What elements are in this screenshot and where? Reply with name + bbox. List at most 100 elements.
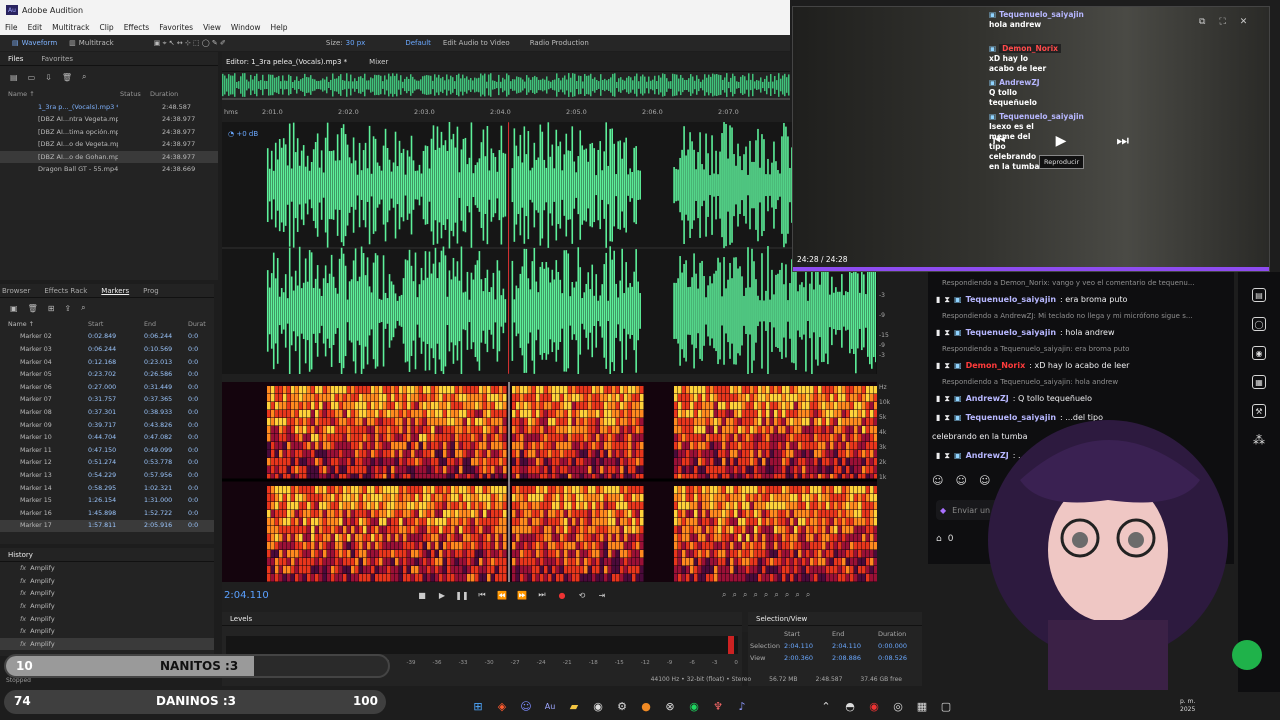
menu-effects[interactable]: Effects bbox=[124, 23, 150, 32]
marker-row[interactable]: Marker 03 0:06.244 0:10.569 0:0 bbox=[0, 343, 214, 356]
history-item[interactable]: fx Amplify bbox=[0, 637, 214, 651]
mic-icon[interactable]: ♪ bbox=[732, 696, 752, 716]
waveform-view-button[interactable]: ▤ Waveform bbox=[12, 39, 57, 47]
marker-row[interactable]: Marker 02 0:02.849 0:06.244 0:0 bbox=[0, 331, 214, 344]
export-icon[interactable]: ⇪ bbox=[64, 304, 71, 313]
col-name[interactable]: Name ↑ bbox=[0, 90, 120, 98]
file-row[interactable]: Dragon Ball GT - 55.mp4 24:38.669 bbox=[0, 163, 218, 176]
gain-hud[interactable]: ◔ +0 dB bbox=[228, 130, 258, 138]
timeout-icon[interactable]: ⧗ bbox=[944, 451, 950, 461]
fast-forward-icon[interactable]: ⏩ bbox=[512, 591, 532, 600]
rewind-icon[interactable]: ⏪ bbox=[492, 591, 512, 600]
mod-icon[interactable]: ▮ bbox=[936, 451, 940, 460]
timeout-icon[interactable]: ⧗ bbox=[944, 328, 950, 338]
history-item[interactable]: fx Amplify bbox=[0, 612, 214, 625]
file-row[interactable]: [DBZ AI...tima opción.mp4 24:38.977 bbox=[0, 126, 218, 139]
selection-end[interactable]: 2:04.110 bbox=[832, 642, 878, 650]
loop-icon[interactable]: ⟲ bbox=[572, 591, 592, 600]
chat-message[interactable]: ▮ ⧗ ▣ AndrewZJ: Q tollo tequeñuelo bbox=[928, 389, 1234, 408]
tab-levels[interactable]: Levels bbox=[230, 615, 252, 623]
xbox-icon[interactable]: ⊗ bbox=[660, 696, 680, 716]
marker-row[interactable]: Marker 16 1:45.898 1:52.722 0:0 bbox=[0, 507, 214, 520]
go-start-icon[interactable]: ⏮ bbox=[472, 590, 492, 600]
nodes-icon[interactable]: ⁂ bbox=[1253, 433, 1265, 447]
mod-icon[interactable]: ▮ bbox=[936, 394, 940, 403]
video-player[interactable]: ▣ Tequenuelo_saiyajin hola andrew ▣ Demon_No… bbox=[792, 6, 1270, 272]
tray-icon[interactable]: ◎ bbox=[888, 696, 908, 716]
col-duration[interactable]: Durat bbox=[188, 321, 206, 328]
menu-window[interactable]: Window bbox=[231, 23, 261, 32]
pause-icon[interactable]: ❚❚ bbox=[452, 591, 472, 600]
file-row[interactable]: [DBZ AI...o de Gohan.mp4 24:38.977 bbox=[0, 150, 218, 163]
tab-files[interactable]: Files bbox=[8, 55, 23, 63]
tab-markers[interactable]: Markers bbox=[101, 287, 129, 295]
stop-icon[interactable]: ■ bbox=[412, 591, 432, 600]
marker-row[interactable]: Marker 10 0:44.704 0:47.082 0:0 bbox=[0, 431, 214, 444]
col-start[interactable]: Start bbox=[88, 321, 144, 328]
col-name[interactable]: Name ↑ bbox=[0, 321, 88, 328]
workspace-default[interactable]: Default bbox=[405, 39, 431, 47]
selection-row[interactable]: Selection 2:04.110 2:04.110 0:00.000 bbox=[748, 638, 922, 650]
chat-message[interactable]: ▮ ⧗ ▣ Demon_Norix: xD hay lo acabo de leer bbox=[928, 356, 1234, 375]
col-duration[interactable]: Duration bbox=[150, 90, 178, 98]
windows-start-icon[interactable]: ⊞ bbox=[468, 696, 488, 716]
history-item[interactable]: fx Amplify bbox=[0, 625, 214, 638]
editor-tab[interactable]: Editor: 1_3ra pelea_(Vocals).mp3 * bbox=[226, 58, 347, 66]
waveform-overview[interactable] bbox=[222, 72, 790, 100]
clipboard-icon[interactable]: ▤ bbox=[1252, 288, 1266, 302]
timeout-icon[interactable]: ⧗ bbox=[944, 413, 950, 423]
tab-selection-view[interactable]: Selection/View bbox=[756, 615, 807, 623]
tool-icons[interactable]: ▣ ⌖ ↖ ↔ ⊹ ⬚ ◯ ✎ ✐ bbox=[154, 39, 226, 48]
mod-icon[interactable]: ▮ bbox=[936, 295, 940, 304]
workspace-edit-video[interactable]: Edit Audio to Video bbox=[443, 39, 510, 47]
size-control[interactable]: Size: 30 px bbox=[326, 39, 365, 47]
menu-file[interactable]: File bbox=[5, 23, 18, 32]
marker-row[interactable]: Marker 13 0:54.229 0:57.956 0:0 bbox=[0, 469, 214, 482]
play-icon[interactable]: ▶ bbox=[432, 591, 452, 600]
menu-help[interactable]: Help bbox=[270, 23, 287, 32]
marker-row[interactable]: Marker 06 0:27.000 0:31.449 0:0 bbox=[0, 381, 214, 394]
video-progress[interactable] bbox=[793, 267, 1269, 271]
next-icon[interactable]: ⏭ bbox=[1116, 133, 1129, 149]
open-file-icon[interactable]: ▭ bbox=[28, 73, 36, 82]
view-duration[interactable]: 0:08.526 bbox=[878, 654, 907, 662]
brave-icon[interactable]: ◈ bbox=[492, 696, 512, 716]
search-icon[interactable]: ⌕ bbox=[81, 303, 85, 313]
mod-icon[interactable]: ▮ bbox=[936, 328, 940, 337]
delete-icon[interactable]: 🗑 bbox=[62, 73, 72, 82]
spectral-display[interactable] bbox=[222, 382, 877, 582]
zoom-icons[interactable]: ⌕⌕⌕⌕⌕⌕⌕⌕⌕ bbox=[722, 590, 816, 600]
app-icon[interactable]: ● bbox=[636, 696, 656, 716]
history-item[interactable]: fx Amplify bbox=[0, 575, 214, 588]
multitrack-view-button[interactable]: ▥ Multitrack bbox=[69, 39, 114, 47]
tab-favorites[interactable]: Favorites bbox=[41, 55, 73, 63]
clock[interactable]: p. m. 2025 bbox=[1180, 698, 1195, 714]
menu-edit[interactable]: Edit bbox=[28, 23, 43, 32]
chat-username[interactable]: Tequenuelo_saiyajin bbox=[966, 328, 1056, 337]
file-row[interactable]: 1_3ra p..._(Vocals).mp3 * 2:48.587 bbox=[0, 101, 218, 114]
search-icon[interactable]: ⌕ bbox=[82, 72, 86, 82]
tray-icon[interactable]: ◓ bbox=[840, 696, 860, 716]
play-icon[interactable]: ▶ bbox=[1056, 133, 1067, 149]
folder-icon[interactable]: ▰ bbox=[564, 696, 584, 716]
go-end-icon[interactable]: ⏭ bbox=[532, 590, 552, 600]
col-status[interactable]: Status bbox=[120, 90, 150, 98]
time-ruler[interactable]: hms 2:01.0 2:02.0 2:03.0 2:04.0 2:05.0 2… bbox=[222, 108, 790, 120]
view-row[interactable]: View 2:00.360 2:08.886 0:08.526 bbox=[748, 650, 922, 662]
workspace-radio[interactable]: Radio Production bbox=[530, 39, 589, 47]
channel-points[interactable]: ⌂ 0 bbox=[936, 534, 953, 544]
mod-icon[interactable]: ▮ bbox=[936, 361, 940, 370]
file-row[interactable]: [DBZ AI...ntra Vegeta.mp4 24:38.977 bbox=[0, 113, 218, 126]
tray-chevron-icon[interactable]: ⌃ bbox=[816, 696, 836, 716]
view-end[interactable]: 2:08.886 bbox=[832, 654, 878, 662]
marker-row[interactable]: Marker 12 0:51.274 0:53.778 0:0 bbox=[0, 457, 214, 470]
merge-icon[interactable]: ⊞ bbox=[48, 304, 55, 313]
emote-icon[interactable]: ☺ bbox=[955, 474, 966, 487]
delete-marker-icon[interactable]: 🗑 bbox=[28, 304, 38, 313]
chat-username[interactable]: Tequenuelo_saiyajin bbox=[966, 295, 1056, 304]
timeout-icon[interactable]: ⧗ bbox=[944, 295, 950, 305]
chat-username[interactable]: Demon_Norix bbox=[966, 361, 1026, 370]
history-item[interactable]: fx Amplify bbox=[0, 562, 214, 575]
broadcast-icon[interactable]: ◉ bbox=[1252, 346, 1266, 360]
view-start[interactable]: 2:00.360 bbox=[784, 654, 832, 662]
